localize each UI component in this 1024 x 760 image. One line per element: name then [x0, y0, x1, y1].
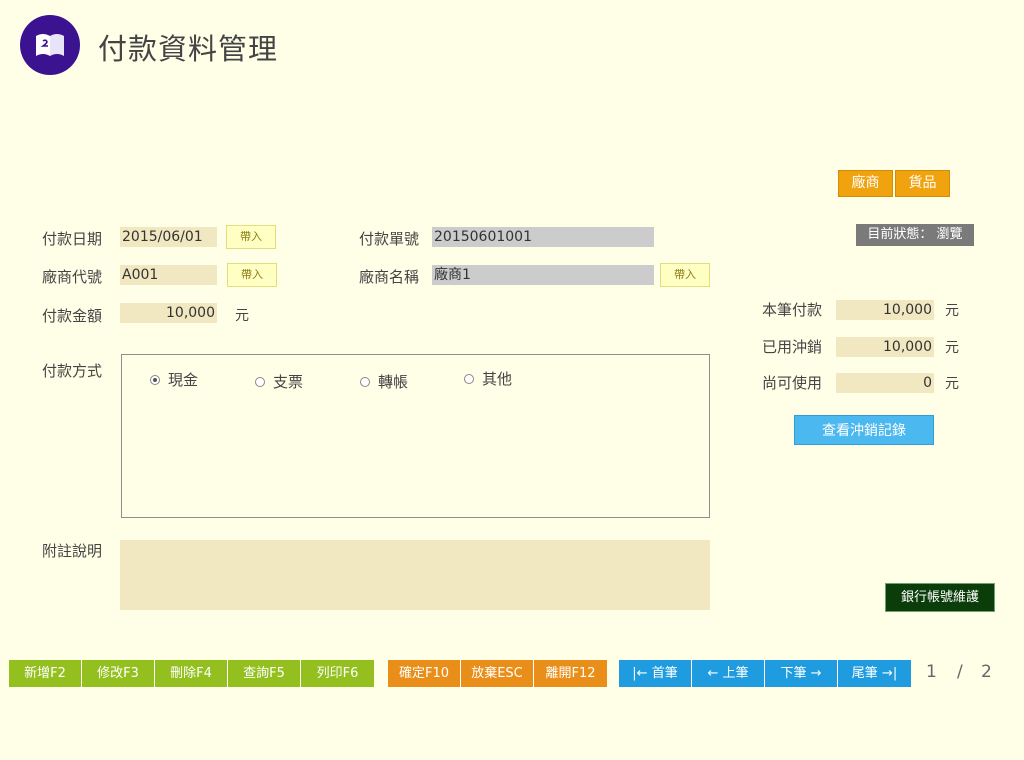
status-badge: 目前狀態： 瀏覽 — [856, 224, 974, 246]
bank-account-button[interactable]: 銀行帳號維護 — [885, 583, 995, 612]
view-offset-records-button[interactable]: 查看沖銷記錄 — [794, 415, 934, 445]
page-total: 2 — [981, 662, 992, 682]
prev-record-button[interactable]: ← 上筆 — [692, 660, 765, 687]
remaining-label: 尚可使用 — [762, 374, 823, 392]
radio-selected-icon — [150, 374, 160, 385]
remaining-field: 0 — [836, 373, 934, 393]
vendor-code-field[interactable]: A001 — [120, 265, 217, 285]
vendor-name-label: 廠商名稱 — [359, 268, 420, 286]
app-logo — [20, 15, 80, 75]
radio-icon — [464, 373, 474, 384]
book-icon — [36, 34, 64, 56]
method-cash-label: 現金 — [168, 371, 199, 389]
amount-unit: 元 — [235, 308, 249, 324]
confirm-button[interactable]: 確定F10 — [388, 660, 461, 687]
method-check-label: 支票 — [273, 373, 304, 391]
page-separator: / — [957, 662, 963, 682]
used-unit: 元 — [945, 340, 959, 356]
query-button[interactable]: 查詢F5 — [228, 660, 301, 687]
note-label: 附註說明 — [42, 542, 103, 560]
first-record-button[interactable]: |← 首筆 — [619, 660, 692, 687]
delete-button[interactable]: 刪除F4 — [155, 660, 228, 687]
print-button[interactable]: 列印F6 — [301, 660, 374, 687]
leave-button[interactable]: 離開F12 — [534, 660, 607, 687]
method-other-radio[interactable]: 其他 — [464, 368, 512, 389]
edit-toolbar: 新增F2 修改F3 刪除F4 查詢F5 列印F6 — [9, 660, 374, 687]
amount-field[interactable]: 10,000 — [120, 303, 217, 323]
pay-no-field: 20150601001 — [432, 227, 654, 247]
action-toolbar: 確定F10 放棄ESC 離開F12 — [388, 660, 607, 687]
method-transfer-label: 轉帳 — [378, 373, 409, 391]
remaining-unit: 元 — [945, 376, 959, 392]
pay-date-field[interactable]: 2015/06/01 — [120, 227, 217, 247]
method-cash-radio[interactable]: 現金 — [150, 369, 198, 390]
method-label: 付款方式 — [42, 362, 103, 380]
vendor-name-import-button[interactable]: 帶入 — [660, 263, 710, 287]
amount-label: 付款金額 — [42, 307, 103, 325]
next-record-button[interactable]: 下筆 → — [765, 660, 838, 687]
page-current: 1 — [926, 662, 937, 682]
page-title: 付款資料管理 — [98, 32, 279, 66]
note-textarea[interactable] — [120, 540, 710, 610]
last-record-button[interactable]: 尾筆 →| — [838, 660, 911, 687]
method-other-label: 其他 — [482, 370, 513, 388]
vendor-code-import-button[interactable]: 帶入 — [227, 263, 277, 287]
method-transfer-radio[interactable]: 轉帳 — [360, 371, 408, 392]
radio-icon — [360, 376, 370, 387]
used-label: 已用沖銷 — [762, 338, 823, 356]
this-pay-field: 10,000 — [836, 300, 934, 320]
this-pay-label: 本筆付款 — [762, 301, 823, 319]
goods-button[interactable]: 貨品 — [895, 170, 950, 197]
method-check-radio[interactable]: 支票 — [255, 371, 303, 392]
used-field: 10,000 — [836, 337, 934, 357]
radio-icon — [255, 376, 265, 387]
vendor-name-field: 廠商1 — [432, 265, 654, 285]
abandon-button[interactable]: 放棄ESC — [461, 660, 534, 687]
vendor-code-label: 廠商代號 — [42, 268, 103, 286]
vendor-button[interactable]: 廠商 — [838, 170, 893, 197]
nav-toolbar: |← 首筆 ← 上筆 下筆 → 尾筆 →| — [619, 660, 911, 687]
this-pay-unit: 元 — [945, 303, 959, 319]
payment-method-box — [121, 354, 710, 518]
pay-no-label: 付款單號 — [359, 230, 420, 248]
pay-date-label: 付款日期 — [42, 230, 103, 248]
modify-button[interactable]: 修改F3 — [82, 660, 155, 687]
pay-date-import-button[interactable]: 帶入 — [226, 225, 276, 249]
add-button[interactable]: 新增F2 — [9, 660, 82, 687]
